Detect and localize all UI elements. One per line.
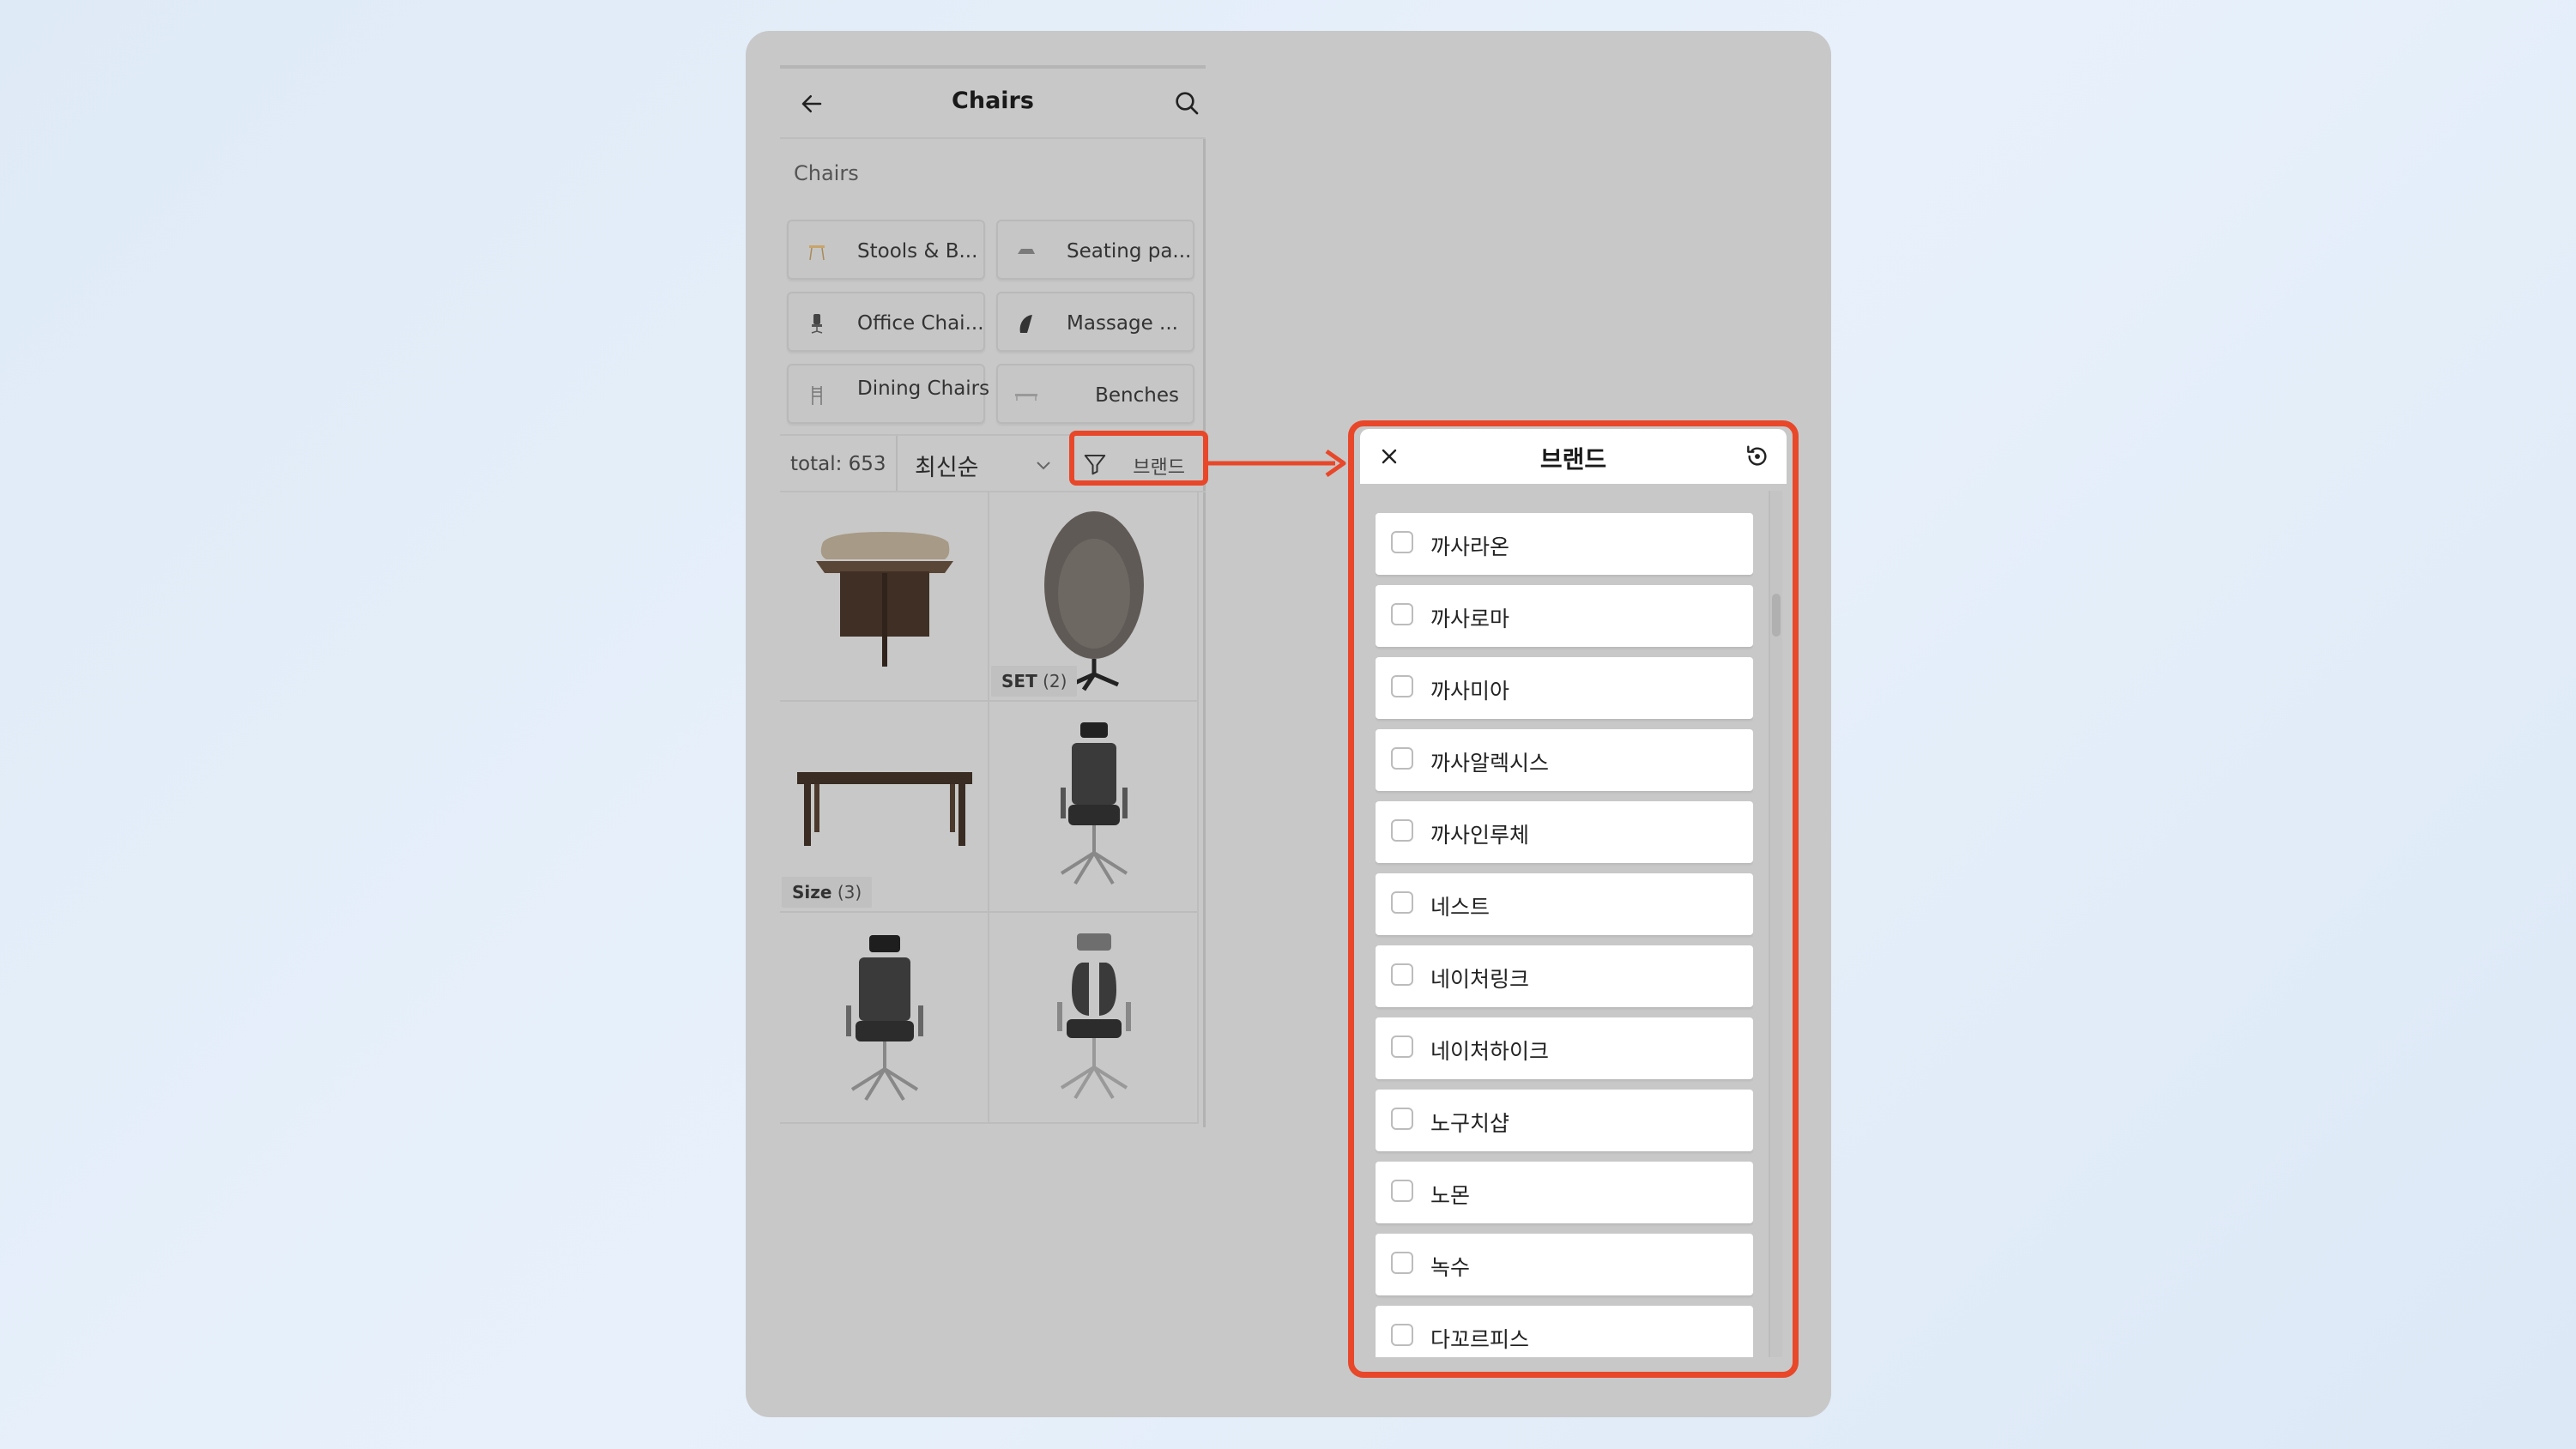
category-label: Seating pa...	[1067, 240, 1192, 263]
variant-tag: Size (3)	[782, 877, 873, 908]
category-dining-chairs[interactable]: Dining Chairs	[787, 364, 989, 424]
bench-thumb	[1015, 394, 1037, 401]
product-image	[846, 935, 923, 1102]
product-card[interactable]: Size (3)	[780, 702, 989, 913]
total-count: total: 653	[790, 453, 886, 475]
category-seating-pads[interactable]: Seating pa...	[996, 220, 1194, 280]
divider	[896, 436, 898, 491]
product-card[interactable]: SET (2)	[989, 491, 1199, 702]
category-massage-chairs[interactable]: Massage ...	[996, 292, 1194, 352]
modal-highlight-box	[1348, 420, 1799, 1378]
panel-divider	[1203, 139, 1206, 1127]
category-label: Benches	[1095, 384, 1179, 407]
product-list-panel: Chairs Chairs Stools & B... Seating pa..…	[780, 65, 1206, 1127]
massage-chair-thumb	[1019, 315, 1032, 333]
product-card[interactable]	[780, 491, 989, 702]
variant-tag: SET (2)	[991, 666, 1078, 697]
category-label: Massage ...	[1067, 312, 1178, 335]
category-benches[interactable]: Benches	[996, 364, 1194, 424]
top-bar: Chairs	[780, 69, 1206, 139]
arrow-right-icon	[1206, 449, 1346, 478]
breadcrumb: Chairs	[794, 161, 859, 185]
office-chair-thumb	[811, 314, 823, 334]
category-label: Stools & B...	[857, 240, 978, 263]
category-office-chairs[interactable]: Office Chai...	[787, 292, 985, 352]
product-card[interactable]	[780, 913, 989, 1124]
product-card[interactable]	[989, 702, 1199, 913]
category-label: Office Chai...	[857, 312, 984, 335]
category-label: Dining Chairs	[857, 377, 990, 400]
product-grid: SET (2) Size (3)	[780, 491, 1202, 1127]
category-stools[interactable]: Stools & B...	[787, 220, 985, 280]
product-card[interactable]	[989, 913, 1199, 1124]
product-image	[1060, 722, 1128, 885]
dining-chair-thumb	[812, 386, 822, 405]
product-image	[1057, 933, 1131, 1100]
sort-dropdown[interactable]: 최신순	[915, 449, 979, 482]
search-icon[interactable]	[1173, 89, 1200, 117]
chevron-down-icon[interactable]	[1033, 455, 1054, 475]
product-image	[816, 532, 953, 667]
page-title: Chairs	[952, 88, 1034, 114]
seating-pad-thumb	[1018, 249, 1035, 254]
stool-thumb	[809, 245, 825, 261]
filter-highlight-box	[1069, 431, 1208, 486]
